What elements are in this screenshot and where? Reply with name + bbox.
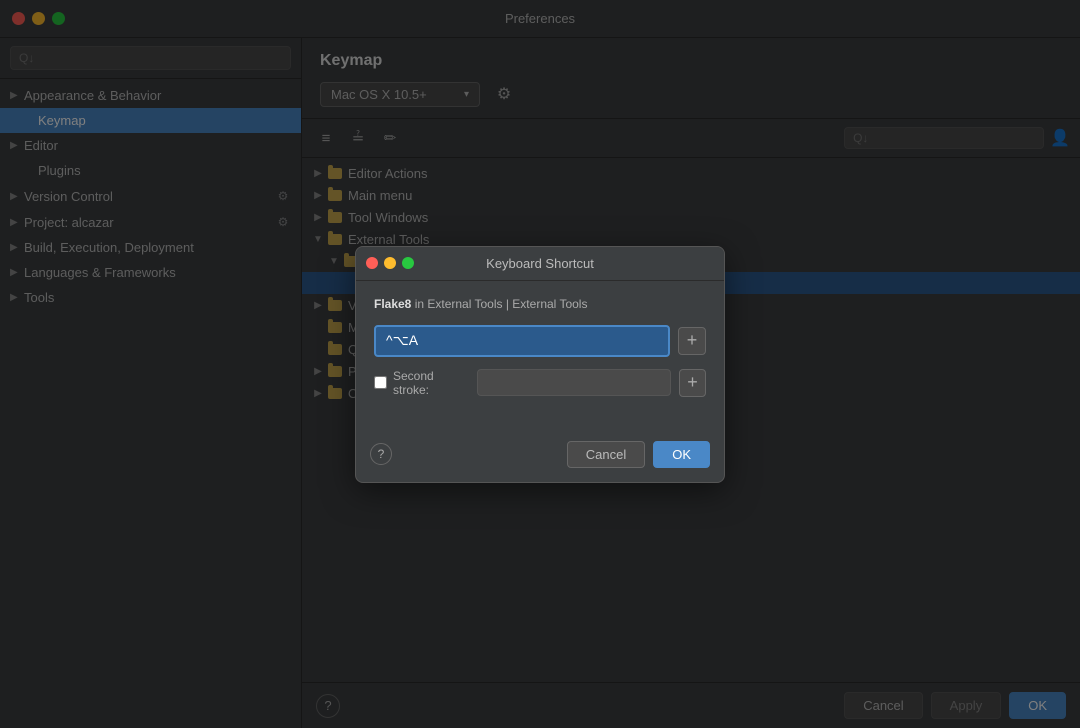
modal-maximize-button[interactable] — [402, 257, 414, 269]
modal-cancel-button[interactable]: Cancel — [567, 441, 645, 468]
add-shortcut-button[interactable]: + — [678, 327, 706, 355]
modal-title-text: Keyboard Shortcut — [486, 256, 594, 271]
shortcut-input-row: + — [374, 325, 706, 357]
second-stroke-checkbox[interactable] — [374, 376, 387, 389]
shortcut-input[interactable] — [374, 325, 670, 357]
second-stroke-label: Second stroke: — [374, 369, 469, 397]
modal-ok-button[interactable]: OK — [653, 441, 710, 468]
add-second-stroke-button[interactable]: + — [679, 369, 706, 397]
modal-close-button[interactable] — [366, 257, 378, 269]
modal-title-bar: Keyboard Shortcut — [356, 247, 724, 281]
modal-help-button[interactable]: ? — [370, 443, 392, 465]
second-stroke-input[interactable] — [477, 369, 671, 396]
modal-minimize-button[interactable] — [384, 257, 396, 269]
modal-footer: ? Cancel OK — [356, 433, 724, 482]
modal-traffic-lights — [366, 257, 414, 269]
keyboard-shortcut-modal: Keyboard Shortcut Flake8 in External Too… — [355, 246, 725, 483]
modal-subtitle: Flake8 in External Tools | External Tool… — [374, 297, 706, 311]
modal-body: Flake8 in External Tools | External Tool… — [356, 281, 724, 433]
second-stroke-text: Second stroke: — [393, 369, 469, 397]
second-stroke-row: Second stroke: + — [374, 369, 706, 397]
modal-overlay: Keyboard Shortcut Flake8 in External Too… — [0, 0, 1080, 728]
modal-subtitle-rest: in External Tools | External Tools — [411, 297, 587, 311]
modal-buttons: Cancel OK — [567, 441, 710, 468]
modal-subtitle-bold: Flake8 — [374, 297, 411, 311]
